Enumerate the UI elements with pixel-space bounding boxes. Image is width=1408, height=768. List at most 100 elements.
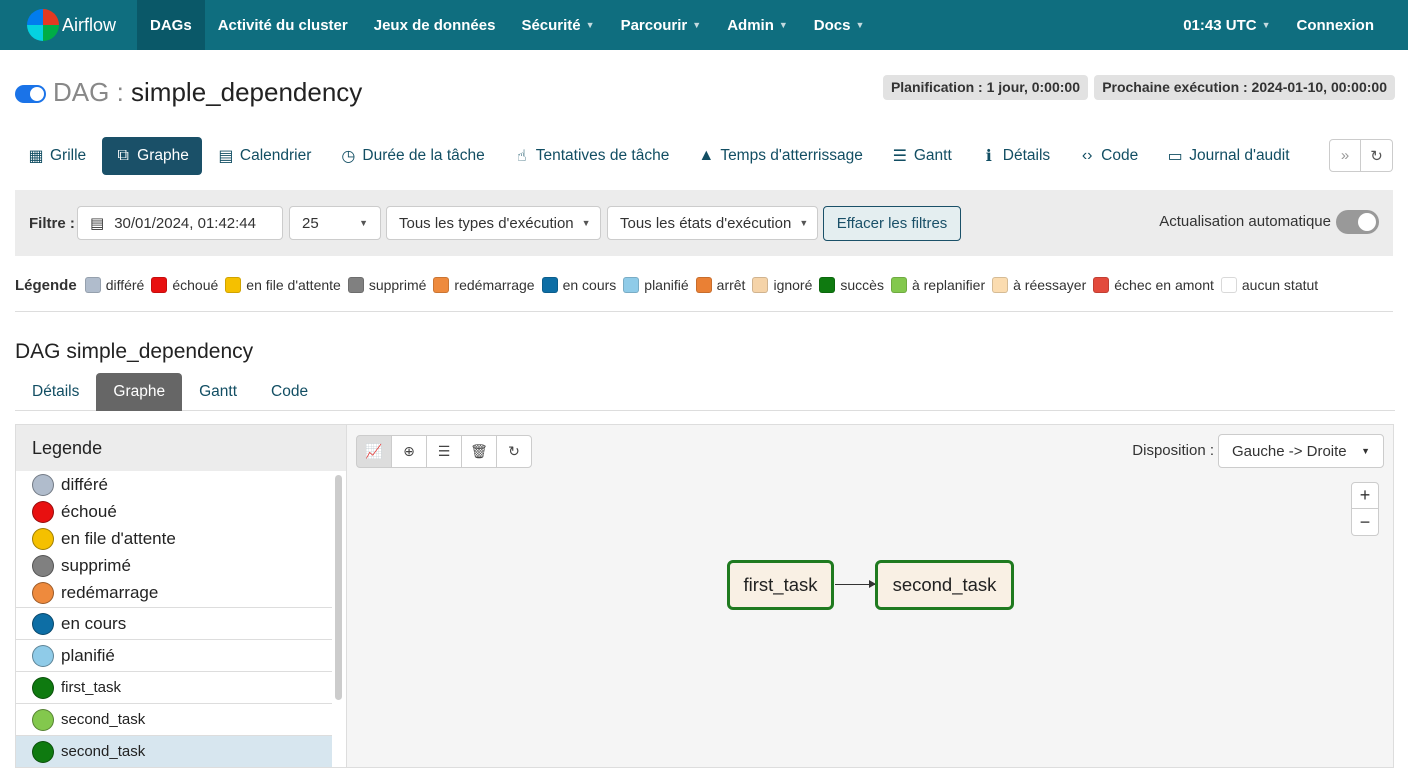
legend-label: aucun statut <box>1241 277 1319 293</box>
expand-icon[interactable]: » <box>1329 139 1361 172</box>
legend-item: échec en amont <box>1093 277 1214 293</box>
run-state-select[interactable]: Tous les états d'exécution ▼ <box>607 206 818 240</box>
view-tab[interactable]: ☝ Tentatives de tâche <box>501 137 683 175</box>
layout-label: Disposition : <box>1132 442 1214 459</box>
legend-row[interactable]: planifié <box>16 639 332 671</box>
zoom-controls: + − <box>1351 482 1379 536</box>
view-tab-label: Calendrier <box>239 147 312 164</box>
list-icon[interactable]: ☰ <box>426 435 462 468</box>
legend-row-label: planifié <box>61 645 115 665</box>
legend-label: à replanifier <box>911 277 986 293</box>
status-dot <box>32 708 54 731</box>
legend-label: à réessayer <box>1013 277 1087 293</box>
auto-refresh-toggle[interactable] <box>1336 210 1379 234</box>
view-tab[interactable]: ▤ Calendrier <box>205 137 325 175</box>
nav-item[interactable]: Docs ▼ <box>801 0 878 50</box>
sidebar-scrollbar[interactable] <box>335 475 342 700</box>
detail-tabs: Détails Graphe Gantt Code <box>15 373 1395 411</box>
view-tab[interactable]: ◷ Durée de la tâche <box>327 137 497 175</box>
zoom-in-button[interactable]: + <box>1351 482 1379 509</box>
legend-swatch <box>84 277 101 293</box>
view-tab[interactable]: ℹ Détails <box>968 137 1063 175</box>
legend-row[interactable]: second_task <box>16 703 332 735</box>
view-tab[interactable]: ‹› Code <box>1066 137 1151 175</box>
nav-item[interactable]: Sécurité ▼ <box>508 0 607 50</box>
graph-legend-sidebar: Legende différé échoué en file d'attente su… <box>16 425 347 767</box>
legend-item: supprimé <box>347 277 427 293</box>
zoom-search-icon[interactable]: ⊕ <box>391 435 427 468</box>
nav-item-label: DAGs <box>150 16 192 34</box>
chevron-down-icon: ▼ <box>585 20 595 30</box>
login-link[interactable]: Connexion <box>1284 0 1408 50</box>
caret-down-icon: ▼ <box>581 218 591 228</box>
detail-tab[interactable]: Graphe <box>96 373 183 411</box>
chevron-down-icon: ▼ <box>692 20 702 30</box>
graph-canvas[interactable]: 📈 ⊕ ☰ 🗑 ↻ Disposition : Gauche -> Droite… <box>347 425 1393 767</box>
page-title: DAG : simple_dependency <box>53 77 362 108</box>
status-dot <box>32 500 54 523</box>
legend-row[interactable]: en file d'attente <box>16 525 332 552</box>
legend-label: différé <box>105 277 145 293</box>
date-picker[interactable]: ▤ 30/01/2024, 01:42:44 <box>77 206 283 240</box>
task-node-second[interactable]: second_task <box>875 560 1014 610</box>
nav-item[interactable]: DAGs <box>137 0 205 50</box>
layout-select[interactable]: Gauche -> Droite ▼ <box>1218 434 1384 468</box>
legend-row[interactable]: en cours <box>16 607 332 639</box>
legend-row[interactable]: différé <box>16 471 332 498</box>
status-dot <box>32 554 54 577</box>
detail-tab[interactable]: Gantt <box>182 373 254 411</box>
run-type-select[interactable]: Tous les types d'exécution ▼ <box>386 206 601 240</box>
legend-label: échec en amont <box>1114 277 1214 293</box>
zoom-out-button[interactable]: − <box>1351 509 1379 536</box>
run-type-value: Tous les types d'exécution <box>399 214 574 232</box>
calendar-icon: ▤ <box>90 215 105 232</box>
legend-row[interactable]: redémarrage <box>16 579 332 607</box>
clear-filters-button[interactable]: Effacer les filtres <box>823 206 961 241</box>
legend-row[interactable]: second_task <box>16 735 332 767</box>
status-dot <box>32 740 54 763</box>
refresh-icon[interactable]: ↻ <box>496 435 532 468</box>
nav-item[interactable]: Activité du cluster <box>205 0 361 50</box>
dag-pause-toggle[interactable] <box>15 85 46 103</box>
view-tabs: ▦ Grille ⧉ Graphe ▤ Calendrier ◷ Durée de la tâ… <box>15 137 1306 175</box>
nav-item[interactable]: Jeux de données <box>361 0 509 50</box>
detail-tab[interactable]: Code <box>254 373 325 411</box>
chart-line-icon[interactable]: 📈 <box>356 435 392 468</box>
legend-label: échoué <box>172 277 219 293</box>
refresh-icon[interactable]: ↻ <box>1361 139 1393 172</box>
legend-row[interactable]: supprimé <box>16 552 332 579</box>
legend-item: à replanifier <box>890 277 986 293</box>
view-tab[interactable]: ▲ Temps d'atterrissage <box>685 137 876 175</box>
legend-row[interactable]: first_task <box>16 671 332 703</box>
legend-title: Légende <box>15 276 77 294</box>
calendar-icon: ▤ <box>218 148 234 165</box>
view-tab[interactable]: ▦ Grille <box>15 137 99 175</box>
next-run-badge: Prochaine exécution : 2024-01-10, 00:00:… <box>1094 75 1395 100</box>
view-tab[interactable]: ⧉ Graphe <box>102 137 202 175</box>
grid-icon: ▦ <box>28 148 44 165</box>
detail-tab[interactable]: Détails <box>15 373 96 411</box>
airflow-logo[interactable]: Airflow <box>0 0 137 50</box>
nav-item-label: Sécurité <box>521 16 581 34</box>
legend-item: succès <box>819 277 884 293</box>
nav-item[interactable]: Admin ▼ <box>714 0 801 50</box>
legend-swatch <box>1220 277 1237 293</box>
view-tab[interactable]: ☰ Gantt <box>879 137 965 175</box>
trash-icon[interactable]: 🗑 <box>461 435 497 468</box>
legend-label: redémarrage <box>454 277 535 293</box>
login-label: Connexion <box>1296 16 1375 34</box>
legend-row[interactable]: échoué <box>16 498 332 525</box>
timezone-menu[interactable]: 01:43 UTC ▼ <box>1170 0 1283 50</box>
legend-item: échoué <box>151 277 218 293</box>
view-tab[interactable]: ▭ Journal d'audit <box>1154 137 1302 175</box>
caret-down-icon: ▼ <box>359 218 368 228</box>
run-count-select[interactable]: 25 ▼ <box>289 206 381 240</box>
nav-item-label: Activité du cluster <box>217 16 348 34</box>
nav-item[interactable]: Parcourir ▼ <box>608 0 715 50</box>
task-node-first[interactable]: first_task <box>727 560 834 610</box>
status-dot <box>32 527 54 550</box>
legend-swatch <box>151 277 168 293</box>
legend-item: en cours <box>541 277 616 293</box>
legend-label: supprimé <box>368 277 427 293</box>
status-dot <box>32 644 54 667</box>
